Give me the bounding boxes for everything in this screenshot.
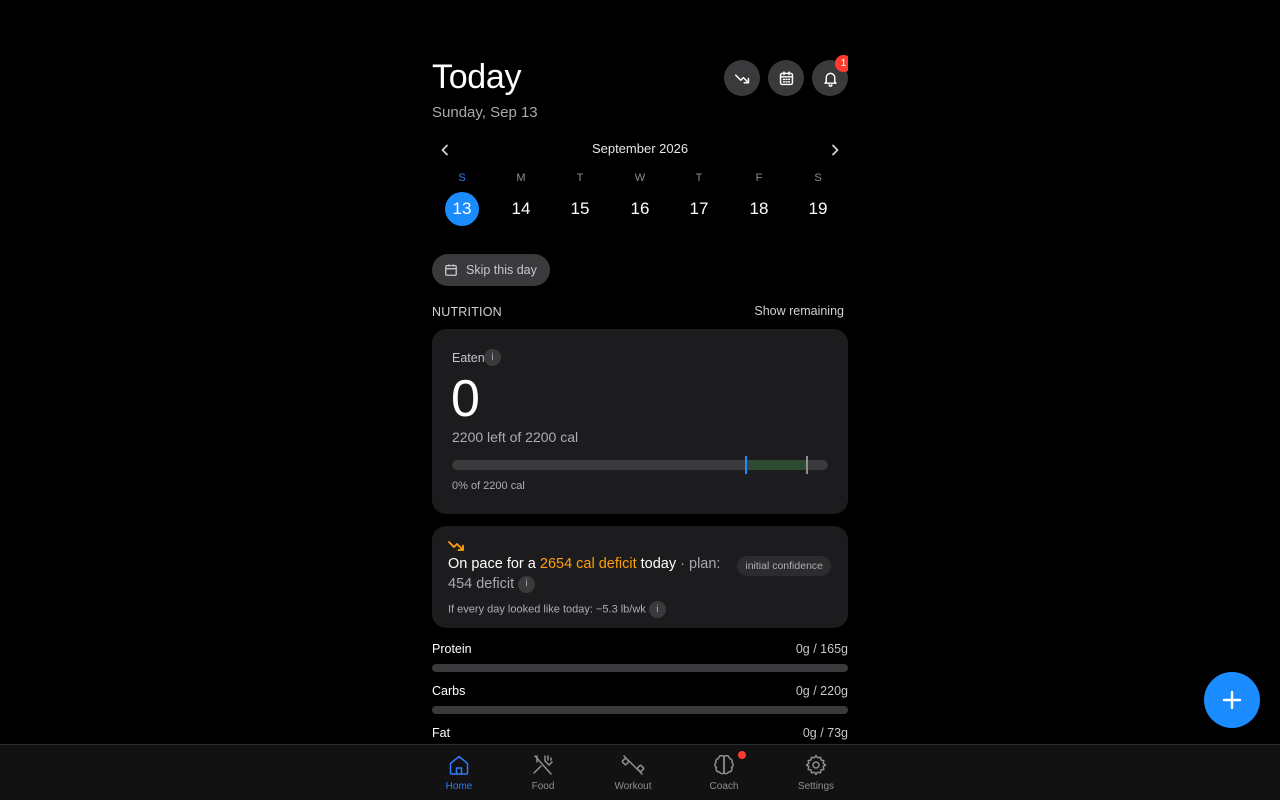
info-icon[interactable]: i: [648, 601, 666, 618]
chevron-right-icon: [832, 144, 839, 156]
notification-badge: 1: [835, 55, 848, 72]
weekday-label: F: [755, 172, 763, 184]
week-strip: S 13 M 14 T 15 W 16 T 17 F 18 S 19: [432, 172, 848, 232]
month-label: September 2026: [591, 141, 689, 156]
calories-eaten-value: 0: [451, 370, 480, 428]
date-button[interactable]: 18: [742, 192, 776, 226]
page-title: Today: [432, 58, 522, 96]
tab-settings[interactable]: Settings: [781, 751, 851, 799]
next-month-button[interactable]: [824, 140, 846, 160]
macro-protein: Protein 0g / 165g: [432, 642, 848, 674]
plus-icon: [1222, 690, 1242, 710]
macro-value: 0g / 73g: [802, 726, 848, 740]
macro-progress-bar: [432, 664, 848, 672]
target-zone: [746, 460, 807, 470]
macro-progress-bar: [432, 706, 848, 714]
tab-label: Home: [445, 781, 473, 792]
macro-name: Carbs: [432, 684, 466, 698]
macro-value: 0g / 165g: [795, 642, 848, 656]
weekday-label: S: [458, 172, 466, 184]
info-icon[interactable]: i: [484, 349, 501, 366]
skip-day-button[interactable]: Skip this day: [432, 254, 550, 286]
utensils-icon: [533, 755, 553, 775]
notifications-button[interactable]: 1: [812, 55, 848, 96]
calorie-percent-text: 0% of 2200 cal: [452, 480, 525, 492]
macro-fat: Fat 0g / 73g: [432, 726, 848, 744]
tab-home[interactable]: Home: [424, 751, 494, 799]
pace-card: On pace for a 2654 cal deficit today · p…: [432, 526, 848, 628]
date-button[interactable]: 19: [801, 192, 835, 226]
tab-label: Food: [531, 781, 555, 792]
dumbbell-icon: [621, 755, 645, 775]
calories-left-text: 2200 left of 2200 cal: [452, 429, 579, 445]
tab-workout[interactable]: Workout: [598, 751, 668, 799]
info-icon[interactable]: i: [518, 575, 536, 593]
calories-card: Eaten i 0 2200 left of 2200 cal 0% of 22…: [432, 329, 848, 514]
weekday-label: T: [695, 172, 703, 184]
show-remaining-toggle[interactable]: Show remaining: [754, 304, 844, 318]
tab-label: Settings: [797, 781, 835, 792]
pace-suffix: today: [636, 556, 677, 572]
eaten-label: Eaten: [452, 351, 485, 365]
pace-footnote: If every day looked like today: −5.3 lb/…: [448, 601, 666, 618]
skip-day-label: Skip this day: [466, 263, 537, 277]
macro-name: Fat: [432, 726, 451, 740]
date-button[interactable]: 17: [682, 192, 716, 226]
bottom-tab-bar: Home Food Workout Coach Settings: [0, 744, 1280, 800]
tab-coach[interactable]: Coach: [689, 751, 759, 799]
gear-icon: [805, 754, 827, 776]
confidence-badge: initial confidence: [737, 556, 831, 576]
macro-name: Protein: [432, 642, 472, 656]
date-button[interactable]: 15: [563, 192, 597, 226]
macro-carbs: Carbs 0g / 220g: [432, 684, 848, 716]
tab-label: Workout: [614, 781, 652, 792]
weekday-label: T: [576, 172, 584, 184]
pace-deficit: 2654 cal deficit: [539, 556, 637, 572]
weekday-label: M: [516, 172, 526, 184]
calendar-button[interactable]: [768, 60, 804, 96]
nutrition-section-label: NUTRITION: [432, 305, 502, 319]
pace-summary: On pace for a 2654 cal deficit today · p…: [448, 554, 738, 594]
brain-icon: [714, 754, 734, 775]
tab-label: Coach: [709, 781, 739, 792]
limit-marker: [806, 456, 808, 474]
month-navigator: September 2026: [432, 138, 848, 160]
weekday-label: W: [634, 172, 646, 184]
tab-food[interactable]: Food: [508, 751, 578, 799]
bell-icon: [823, 72, 837, 87]
main-content: Today Sunday, Sep 13 1 September 2026 S 1…: [432, 0, 848, 744]
weekday-label: S: [814, 172, 822, 184]
date-button[interactable]: 13: [445, 192, 479, 226]
app-screen: Today Sunday, Sep 13 1 September 2026 S 1…: [0, 0, 1280, 800]
macro-value: 0g / 220g: [795, 684, 848, 698]
calendar-icon: [779, 70, 793, 85]
home-icon: [449, 755, 469, 775]
date-button[interactable]: 16: [623, 192, 657, 226]
add-entry-button[interactable]: [1204, 672, 1260, 728]
date-button[interactable]: 14: [504, 192, 538, 226]
trend-button[interactable]: [724, 60, 760, 96]
pace-footnote-text: If every day looked like today: −5.3 lb/…: [448, 603, 646, 616]
calendar-icon: [445, 264, 457, 276]
page-subtitle: Sunday, Sep 13: [432, 104, 538, 121]
notification-dot: [738, 751, 746, 759]
calorie-progress-bar: [452, 456, 828, 474]
pace-prefix: On pace for a: [448, 556, 540, 572]
trend-down-icon: [448, 541, 464, 551]
trend-down-icon: [734, 73, 749, 83]
target-marker: [745, 456, 747, 474]
